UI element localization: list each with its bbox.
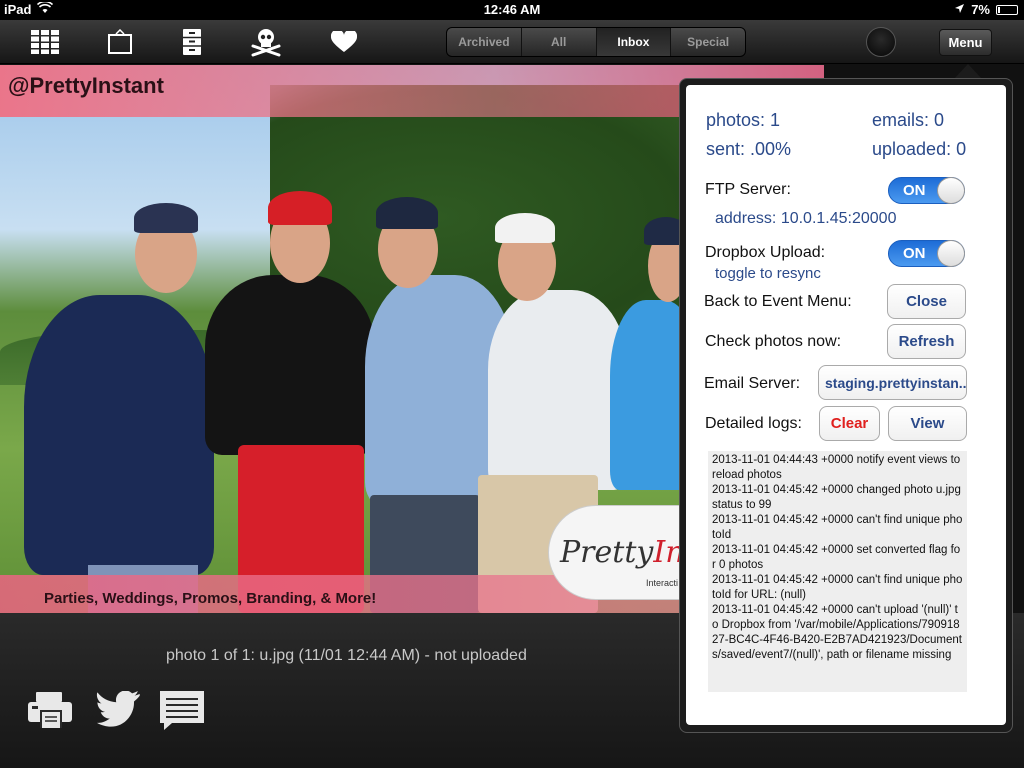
clock: 12:46 AM	[483, 2, 541, 17]
tab-special[interactable]: Special	[671, 28, 745, 56]
person-3-cap	[376, 197, 438, 229]
check-photos-label: Check photos now:	[705, 333, 842, 350]
refresh-button[interactable]: Refresh	[887, 324, 966, 359]
log-line: 2013-11-01 04:44:43 +0000 notify event v…	[712, 454, 961, 481]
emails-count: emails: 0	[872, 110, 945, 130]
tab-inbox[interactable]: Inbox	[596, 28, 672, 56]
twitter-handle: @PrettyInstant	[8, 73, 164, 98]
ftp-server-toggle[interactable]: ON	[888, 177, 965, 204]
battery-percent: 7%	[971, 2, 990, 17]
ftp-toggle-knob	[937, 177, 965, 204]
email-server-button[interactable]: staging.prettyinstan...	[818, 365, 967, 400]
tab-all[interactable]: All	[522, 28, 597, 56]
photo-caption: photo 1 of 1: u.jpg (11/01 12:44 AM) - n…	[166, 647, 527, 664]
back-to-event-label: Back to Event Menu:	[704, 293, 852, 310]
email-server-label: Email Server:	[704, 375, 801, 392]
popover-arrow	[954, 64, 982, 79]
filter-segmented-control: Archived All Inbox Special	[446, 27, 746, 57]
message-icon[interactable]	[158, 688, 206, 732]
grid-icon[interactable]	[28, 26, 62, 58]
person-1-cap	[134, 203, 198, 233]
tab-archived[interactable]: Archived	[447, 28, 522, 56]
tagline: Parties, Weddings, Promos, Branding, & M…	[44, 590, 377, 607]
menu-button[interactable]: Menu	[939, 29, 992, 56]
log-line: 2013-11-01 04:45:42 +0000 set converted …	[712, 544, 961, 571]
location-arrow-icon	[954, 2, 965, 17]
person-2	[205, 275, 375, 455]
person-1	[24, 295, 214, 575]
log-line: 2013-11-01 04:45:42 +0000 can't upload '…	[712, 604, 962, 661]
close-button[interactable]: Close	[887, 284, 966, 319]
view-logs-button[interactable]: View	[888, 406, 967, 441]
record-button[interactable]	[866, 27, 896, 57]
print-icon[interactable]	[26, 688, 74, 732]
logo-text-pretty: Pretty	[560, 535, 654, 570]
person-4-cap	[495, 213, 555, 243]
toolbar: Archived All Inbox Special Menu	[0, 20, 1024, 64]
resync-hint: toggle to resync	[715, 265, 821, 282]
ftp-address: address: 10.0.1.45:20000	[715, 210, 897, 227]
log-line: 2013-11-01 04:45:42 +0000 can't find uni…	[712, 574, 963, 601]
dropbox-upload-label: Dropbox Upload:	[705, 244, 826, 261]
status-bar: iPad 12:46 AM 7%	[0, 0, 1024, 20]
detailed-logs-label: Detailed logs:	[705, 415, 802, 432]
frame-icon[interactable]	[103, 26, 137, 58]
dropbox-toggle-text: ON	[903, 245, 926, 262]
ftp-server-label: FTP Server:	[705, 181, 791, 198]
skull-icon[interactable]	[249, 26, 283, 58]
logo-subtext: Interacti	[646, 578, 679, 588]
logo-text: PrettyIn	[560, 535, 685, 570]
clear-logs-button[interactable]: Clear	[819, 406, 880, 441]
twitter-icon[interactable]	[95, 688, 143, 732]
log-line: 2013-11-01 04:45:42 +0000 changed photo …	[712, 484, 961, 511]
photos-count: photos: 1	[706, 110, 781, 130]
sent-percent: sent: .00%	[706, 139, 792, 159]
uploaded-count: uploaded: 0	[872, 139, 967, 159]
person-2-cap	[268, 191, 332, 225]
log-line: 2013-11-01 04:45:42 +0000 can't find uni…	[712, 514, 963, 541]
battery-icon	[996, 4, 1018, 15]
cabinet-icon[interactable]	[175, 26, 209, 58]
dropbox-toggle-knob	[937, 240, 965, 267]
person-4	[488, 290, 628, 490]
dropbox-upload-toggle[interactable]: ON	[888, 240, 965, 267]
ftp-toggle-text: ON	[903, 182, 926, 199]
log-view[interactable]: 2013-11-01 04:44:43 +0000 notify event v…	[708, 451, 967, 692]
heart-icon[interactable]	[327, 26, 361, 58]
